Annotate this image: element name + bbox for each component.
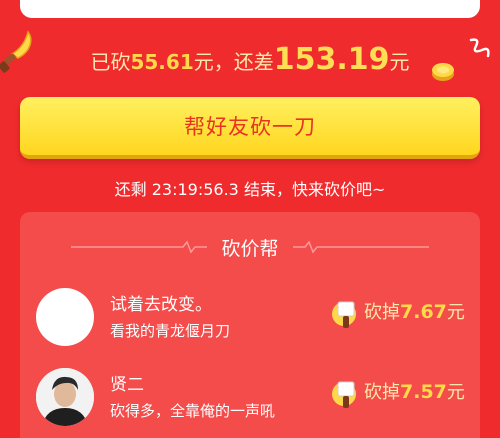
top-card: [20, 0, 480, 18]
cleaver-icon: [332, 301, 356, 328]
help-friend-cut-button[interactable]: 帮好友砍一刀: [20, 97, 480, 159]
panel-header: 砍价帮: [20, 230, 480, 264]
bargain-progress: 已砍55.61元，还差153.19元: [0, 42, 500, 77]
heartbeat-line-icon: [292, 240, 429, 254]
panel-title: 砍价帮: [221, 237, 279, 260]
progress-prefix: 已砍: [90, 50, 131, 74]
progress-suffix: 元: [389, 50, 410, 74]
cut-label: 砍掉: [364, 302, 400, 323]
helpers-panel: 砍价帮 试着去改变。 看我的青龙偃月刀 砍掉7.67元 贤二 砍得多，全靠俺的一…: [20, 212, 480, 438]
progress-middle: 元，还差: [193, 50, 274, 74]
cut-unit: 元: [446, 302, 465, 323]
cut-label: 砍掉: [364, 382, 400, 403]
avatar: [36, 368, 94, 426]
countdown-text: 还剩 23:19:56.3 结束，快来砍价吧~: [114, 180, 386, 199]
remaining-amount: 153.19: [273, 42, 390, 77]
cut-amount: 55.61: [130, 50, 194, 74]
helper-row: 试着去改变。 看我的青龙偃月刀 砍掉7.67元: [20, 284, 480, 354]
cut-amount-label: 砍掉7.57元: [364, 378, 465, 404]
cleaver-icon: [332, 381, 356, 408]
cut-amount-label: 砍掉7.67元: [364, 298, 465, 324]
cut-unit: 元: [446, 382, 465, 403]
helper-name: 贤二: [110, 375, 144, 395]
avatar: [36, 288, 94, 346]
helper-row: 贤二 砍得多，全靠俺的一声吼 砍掉7.57元: [20, 364, 480, 434]
cut-value: 7.67: [400, 301, 447, 323]
helper-name: 试着去改变。: [110, 295, 212, 315]
heartbeat-line-icon: [71, 240, 208, 254]
person-photo-icon: [36, 368, 94, 426]
cut-value: 7.57: [400, 381, 447, 403]
helper-message: 砍得多，全靠俺的一声吼: [110, 402, 276, 420]
helper-message: 看我的青龙偃月刀: [110, 322, 231, 340]
